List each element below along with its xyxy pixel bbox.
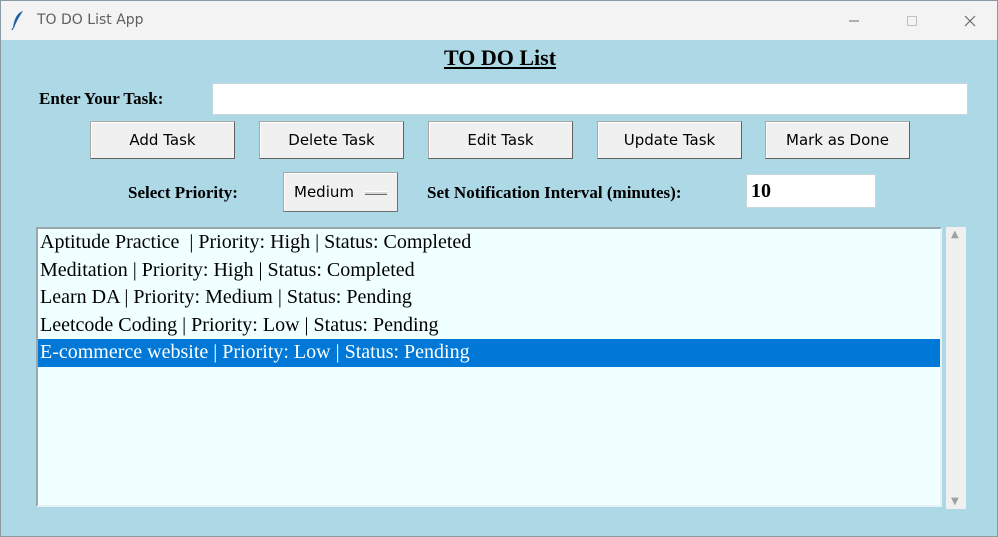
page-title: TO DO List: [443, 45, 557, 70]
add-task-button[interactable]: Add Task: [90, 121, 235, 159]
edit-task-button[interactable]: Edit Task: [428, 121, 573, 159]
task-list-item[interactable]: Aptitude Practice | Priority: High | Sta…: [38, 229, 940, 257]
scroll-up-arrow-icon[interactable]: ▲: [951, 229, 959, 240]
notification-interval-input[interactable]: [746, 174, 876, 208]
close-button[interactable]: [947, 1, 993, 40]
feather-icon: [11, 11, 23, 30]
maximize-button[interactable]: [889, 1, 935, 40]
priority-label: Select Priority:: [128, 183, 238, 202]
minimize-icon: [849, 20, 859, 21]
maximize-icon: [907, 15, 917, 26]
delete-task-button[interactable]: Delete Task: [259, 121, 404, 159]
minimize-button[interactable]: [831, 1, 877, 40]
task-entry-label: Enter Your Task:: [39, 89, 164, 108]
task-list-item[interactable]: Meditation | Priority: High | Status: Co…: [38, 257, 940, 285]
scroll-down-arrow-icon[interactable]: ▼: [951, 496, 959, 507]
update-task-button[interactable]: Update Task: [597, 121, 742, 159]
task-list-item[interactable]: Learn DA | Priority: Medium | Status: Pe…: [38, 284, 940, 312]
option-menu-indicator-icon: [365, 191, 387, 195]
app-window: TO DO List App TO DO List Enter Your Tas…: [0, 0, 998, 537]
task-listbox[interactable]: Aptitude Practice | Priority: High | Sta…: [36, 227, 942, 507]
priority-dropdown[interactable]: Medium: [283, 172, 398, 212]
task-list-item[interactable]: Leetcode Coding | Priority: Low | Status…: [38, 312, 940, 340]
mark-as-done-button[interactable]: Mark as Done: [765, 121, 910, 159]
task-input[interactable]: [212, 83, 968, 115]
task-list-item[interactable]: E-commerce website | Priority: Low | Sta…: [38, 339, 940, 367]
close-icon: [964, 15, 976, 26]
title-bar[interactable]: TO DO List App: [1, 1, 997, 40]
notification-interval-label: Set Notification Interval (minutes):: [427, 183, 682, 202]
window-title: TO DO List App: [37, 12, 144, 28]
priority-selected-value: Medium: [294, 183, 354, 201]
task-list-scrollbar[interactable]: ▲ ▼: [946, 227, 966, 509]
